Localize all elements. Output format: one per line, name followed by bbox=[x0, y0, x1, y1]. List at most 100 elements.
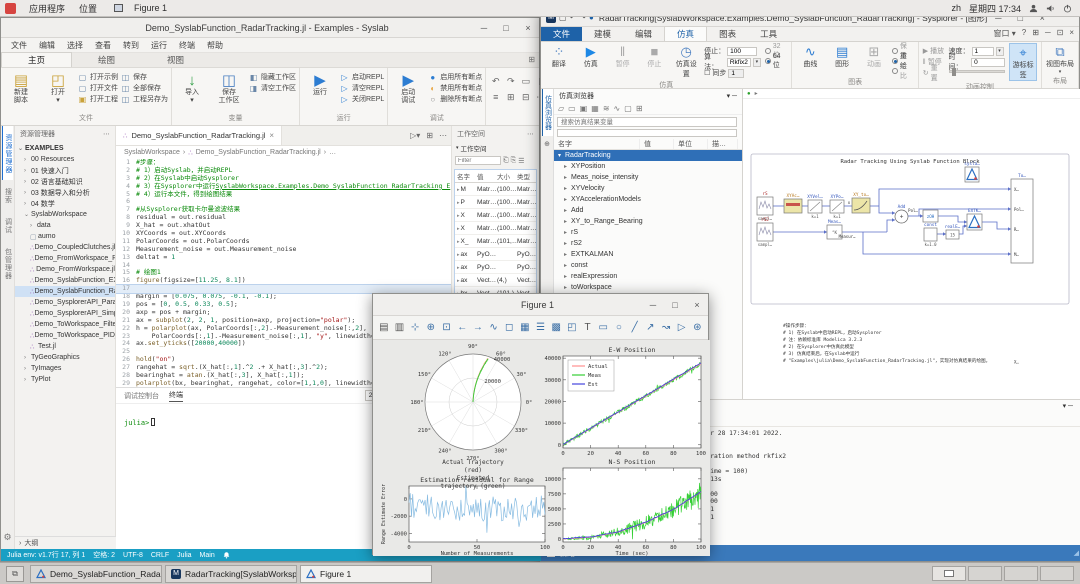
zoom-in-icon[interactable]: ⊕ bbox=[424, 319, 438, 337]
radio-64bit[interactable]: 64位 bbox=[764, 53, 788, 69]
ribbon-tab-文件[interactable]: 文件 bbox=[541, 27, 583, 41]
tree-item[interactable]: ∴Demo_FromWorkspace_Rolli… bbox=[15, 253, 115, 264]
code-line[interactable]: 16 figure(figsize=[11.25, 8.1]) bbox=[116, 276, 453, 285]
activity-资源管理器[interactable]: 资源管理器 bbox=[2, 126, 13, 180]
arrow-icon[interactable]: ↗ bbox=[643, 319, 657, 337]
workspace-row[interactable]: ▸X Matr… (100… Matr… bbox=[455, 209, 536, 222]
button-全部保存[interactable]: ◫ 全部保存 bbox=[121, 84, 168, 94]
expand-icon[interactable]: ▸ bbox=[457, 239, 460, 245]
browser-tool-icon[interactable]: ▣ bbox=[580, 104, 588, 113]
status-item[interactable]: Julia bbox=[177, 552, 191, 559]
pin-icon[interactable]: ⊕ bbox=[544, 140, 550, 148]
sim-settings-button[interactable]: ◷ 仿真设置 bbox=[672, 43, 700, 79]
julia-env-status[interactable]: Julia env: v1.7 bbox=[7, 552, 52, 559]
browser-tool-icon[interactable]: ▦ bbox=[591, 104, 599, 113]
block-rs2[interactable]: rS2 sampl… bbox=[756, 217, 774, 247]
tree-item[interactable]: ▢ aumo bbox=[15, 231, 115, 242]
anim-reset-button[interactable]: ↻ 重置 bbox=[923, 65, 945, 82]
sim-tree-item[interactable]: ▸ EXTKALMAN bbox=[554, 249, 742, 260]
button-新建脚本[interactable]: ▤ 新建 脚本 bbox=[4, 70, 38, 105]
menu-帮助[interactable]: 帮助 bbox=[201, 40, 229, 51]
menu-终端[interactable]: 终端 bbox=[173, 40, 201, 51]
tree-item[interactable]: › TyGeoGraphics bbox=[15, 352, 115, 363]
sim-result-tree[interactable]: ▾ RadarTracking ▸ XYPosition ▸ Meas_noise_int… bbox=[554, 150, 742, 304]
speed-dropdown-icon[interactable]: ▾ bbox=[995, 46, 1004, 56]
browser-tool-icon[interactable]: ∿ bbox=[614, 104, 621, 113]
doc-close-icon[interactable]: × bbox=[1069, 28, 1074, 39]
workspace-more-icon[interactable]: ⋯ bbox=[527, 130, 534, 138]
workspace-row[interactable]: ▸ax PyO… PyO… bbox=[455, 261, 536, 274]
time-input[interactable] bbox=[971, 57, 1006, 67]
run-file-icon[interactable]: ▷▾ bbox=[410, 131, 420, 140]
button-打开工程[interactable]: ▣ 打开工程 bbox=[78, 95, 118, 105]
view-layout-button[interactable]: ⧉ 视图布局 ▾ bbox=[1046, 43, 1074, 75]
ribbon-tab-主页[interactable]: 主页 bbox=[1, 52, 73, 67]
refresh-icon[interactable]: ⎘ bbox=[511, 157, 517, 165]
ribbon-tab-视图[interactable]: 视图 bbox=[141, 53, 210, 67]
columns-icon[interactable]: ☰ bbox=[518, 157, 524, 165]
tree-item[interactable]: › 03 数据导入和分析 bbox=[15, 187, 115, 198]
topbar-active-window[interactable]: Figure 1 bbox=[127, 0, 174, 16]
minimize-icon[interactable]: ─ bbox=[473, 18, 495, 37]
code-line[interactable]: 13 deltat = 1 bbox=[116, 253, 453, 262]
block-zoh[interactable]: zOH bbox=[922, 209, 939, 223]
breadcrumb[interactable]: SyslabWorkspace › ∴ Demo_SyslabFunction_Rad… bbox=[116, 146, 453, 159]
sim-tree-item[interactable]: ▸ toWorkspace bbox=[554, 282, 742, 293]
edit-tool-icon[interactable]: ▭ bbox=[519, 74, 532, 88]
algorith-dropdown-icon[interactable]: ▾ bbox=[752, 57, 761, 67]
block-const[interactable]: const k=1.0 bbox=[923, 222, 937, 247]
import-var-icon[interactable]: ⎗ bbox=[503, 157, 509, 165]
activity-调试[interactable]: 调试 bbox=[3, 210, 13, 240]
colormap-icon[interactable]: ▩ bbox=[549, 319, 563, 337]
text-icon[interactable]: T bbox=[581, 319, 595, 337]
taskbar-button[interactable]: Figure 1 bbox=[300, 564, 432, 583]
close-tab-icon[interactable]: × bbox=[269, 131, 274, 140]
ribbon-tab-建模[interactable]: 建模 bbox=[582, 27, 623, 41]
sim-tree-item[interactable]: ▸ XYVelocity bbox=[554, 183, 742, 194]
graph-button[interactable]: ▤ 图形 bbox=[828, 43, 856, 69]
block-syslogo[interactable]: sysla… bbox=[964, 161, 980, 183]
sim-tree-item[interactable]: ▸ const bbox=[554, 260, 742, 271]
split-editor-icon[interactable]: ⊞ bbox=[426, 131, 433, 140]
algorithm-input[interactable] bbox=[726, 57, 751, 67]
sim-tree-item[interactable]: ▸ XY_to_Range_Bearing bbox=[554, 216, 742, 227]
workspace-filter-input[interactable] bbox=[455, 156, 501, 165]
animation-button[interactable]: ⊞ 动画 bbox=[860, 43, 888, 69]
menu-转到[interactable]: 转到 bbox=[117, 40, 145, 51]
help-icon[interactable]: ? bbox=[1022, 28, 1026, 39]
tree-item[interactable]: › 04 数学 bbox=[15, 198, 115, 209]
curve-icon[interactable]: ∿ bbox=[487, 319, 501, 337]
settings-icon[interactable]: ⊛ bbox=[690, 319, 704, 337]
layout-icon[interactable]: ⊞ bbox=[1032, 28, 1039, 39]
tree-item[interactable]: ∴ Demo_ToWorkspace_Filter.jl bbox=[15, 319, 115, 330]
status-item[interactable]: Main bbox=[200, 552, 215, 559]
time-slider[interactable] bbox=[948, 68, 1005, 76]
menu-查看[interactable]: 查看 bbox=[89, 40, 117, 51]
button-删除所有断点[interactable]: ○ 删除所有断点 bbox=[428, 95, 482, 105]
status-item[interactable]: 空格: 2 bbox=[93, 550, 115, 560]
stop-button[interactable]: ■ 停止 bbox=[640, 43, 668, 69]
column-header[interactable]: 值 bbox=[477, 171, 497, 181]
column-header[interactable]: 类型 bbox=[517, 171, 536, 181]
code-line[interactable]: 14 bbox=[116, 261, 453, 270]
button-打开文件[interactable]: ▢ 打开文件 bbox=[78, 84, 118, 94]
sim-tree-item[interactable]: ▸ Add bbox=[554, 205, 742, 216]
ribbon-tab-编辑[interactable]: 编辑 bbox=[623, 27, 664, 41]
activity-搜索[interactable]: 搜索 bbox=[3, 180, 13, 210]
button-打开▾[interactable]: ◰ 打开 ▾ bbox=[41, 70, 75, 105]
ellipse-icon[interactable]: ○ bbox=[612, 319, 626, 337]
sim-filter-input[interactable] bbox=[557, 129, 737, 137]
expand-icon[interactable]: ▸ bbox=[457, 278, 460, 284]
tree-item[interactable]: › TyPlot bbox=[15, 374, 115, 385]
button-保存工作区[interactable]: ◫ 保存 工作区 bbox=[212, 70, 246, 105]
tree-item[interactable]: ∴Demo_SysplorerAPI_Paramet… bbox=[15, 297, 115, 308]
expand-icon[interactable]: ▸ bbox=[457, 213, 460, 219]
button-启动REPL[interactable]: ▷ 启动REPL bbox=[340, 73, 384, 83]
workspace-row[interactable]: ▸X Matr… (100… Matr… bbox=[455, 222, 536, 235]
tab-simulation-browser[interactable]: 仿真浏览器 bbox=[541, 89, 553, 136]
workspace-row[interactable]: ▸X_ Matr… (101,… Matr… bbox=[455, 235, 536, 248]
tree-item[interactable]: › data bbox=[15, 220, 115, 231]
sim-search-input[interactable] bbox=[557, 117, 737, 127]
tree-item[interactable]: ∴ Demo_CoupledClutches.jl bbox=[15, 242, 115, 253]
expand-icon[interactable]: ▸ bbox=[457, 265, 460, 271]
